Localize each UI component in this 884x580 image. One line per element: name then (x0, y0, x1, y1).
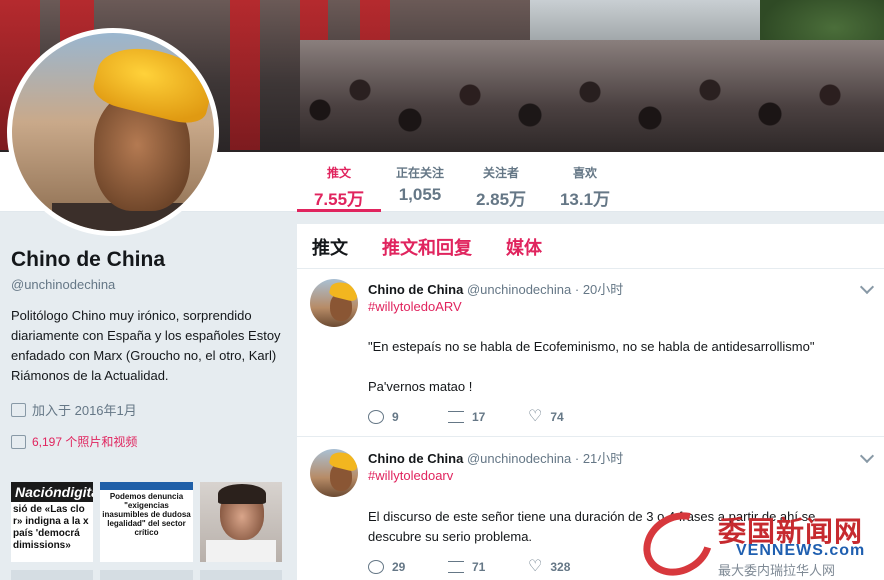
chevron-down-icon[interactable] (859, 448, 875, 464)
retweet-count: 17 (472, 410, 486, 424)
media-link[interactable]: 6,197 个照片和视频 (11, 433, 286, 450)
reply-count: 29 (392, 560, 406, 574)
tweet-author-handle[interactable]: @unchinodechina (467, 282, 571, 297)
joined-label: 加入于 2016年1月 (32, 403, 137, 418)
tweet-timestamp[interactable]: · 21小时 (575, 451, 623, 466)
media-thumbnail[interactable] (200, 482, 282, 562)
stat-tweets[interactable]: 推文 7.55万 (297, 152, 381, 212)
stat-value: 13.1万 (559, 190, 611, 209)
stat-followers[interactable]: 关注者 2.85万 (466, 152, 536, 212)
stat-value: 2.85万 (475, 190, 527, 209)
tweet-hashtag[interactable]: #willytoledoARV (368, 299, 462, 314)
media-link-label[interactable]: 6,197 个照片和视频 (32, 433, 137, 450)
reply-button[interactable]: 29 (368, 560, 448, 574)
tweet-author-name[interactable]: Chino de China (368, 282, 463, 297)
watermark-slogan: 最大委内瑞拉华人网 (718, 563, 836, 578)
like-button[interactable]: ♡ 328 (528, 558, 608, 575)
profile-avatar[interactable] (7, 28, 219, 236)
tweet[interactable]: Chino de China @unchinodechina · 20小时 #w… (297, 270, 884, 437)
tweet-avatar[interactable] (310, 449, 358, 497)
calendar-icon (11, 402, 26, 417)
tab-media[interactable]: 媒体 (506, 234, 542, 260)
watermark-logo: 委国新闻网 VENNEWS.com 最大委内瑞拉华人网 (631, 500, 884, 580)
thumbnail-header: Nacióndigital (11, 482, 93, 502)
media-thumbnail[interactable]: Nacióndigital sió de «Las clo r» indigna… (11, 482, 93, 562)
thumbnail-text: Podemos denuncia "exigencias inasumibles… (102, 492, 191, 537)
timeline-tabs: 推文 推文和回复 媒体 (297, 224, 884, 269)
reply-button[interactable]: 9 (368, 410, 448, 424)
media-thumbnails: Nacióndigital sió de «Las clo r» indigna… (11, 482, 282, 580)
tweet-header: Chino de China @unchinodechina · 21小时 (368, 448, 623, 467)
profile-name[interactable]: Chino de China (11, 248, 286, 272)
reply-icon (368, 410, 384, 424)
tweet-actions: 9 17 ♡ 74 (368, 408, 608, 425)
chevron-down-icon[interactable] (859, 279, 875, 295)
photo-icon (11, 434, 26, 449)
stat-label: 正在关注 (395, 166, 444, 180)
watermark-site: VENNEWS.com (736, 542, 866, 559)
retweet-count: 71 (472, 560, 486, 574)
tweet-author-name[interactable]: Chino de China (368, 451, 463, 466)
stat-label: 推文 (326, 166, 351, 180)
retweet-icon (448, 561, 464, 573)
like-button[interactable]: ♡ 74 (528, 408, 608, 425)
profile-handle[interactable]: @unchinodechina (11, 277, 286, 292)
tab-tweets[interactable]: 推文 (312, 234, 348, 260)
heart-icon: ♡ (528, 408, 543, 425)
thumbnail-text: sió de «Las clo r» indigna a la x país '… (13, 504, 89, 551)
stat-value: 1,055 (398, 185, 442, 204)
retweet-button[interactable]: 17 (448, 410, 528, 424)
stat-likes[interactable]: 喜欢 13.1万 (548, 152, 622, 212)
tweet-header: Chino de China @unchinodechina · 20小时 (368, 279, 623, 298)
tweet-actions: 29 71 ♡ 328 (368, 558, 608, 575)
joined-date: 加入于 2016年1月 (11, 400, 286, 419)
stat-label: 关注者 (482, 166, 519, 180)
tweet-timestamp[interactable]: · 20小时 (575, 282, 623, 297)
heart-icon: ♡ (528, 558, 543, 575)
retweet-button[interactable]: 71 (448, 560, 528, 574)
reply-count: 9 (392, 410, 399, 424)
stat-following[interactable]: 正在关注 1,055 (386, 152, 454, 212)
profile-bio: Politólogo Chino muy irónico, sorprendid… (11, 308, 281, 383)
media-thumbnail[interactable]: Podemos denuncia "exigencias inasumibles… (100, 482, 193, 562)
like-count: 328 (550, 560, 571, 574)
stat-value: 7.55万 (313, 190, 365, 209)
retweet-icon (448, 411, 464, 423)
reply-icon (368, 560, 384, 574)
tweet-avatar[interactable] (310, 279, 358, 327)
tab-tweets-replies[interactable]: 推文和回复 (382, 234, 472, 260)
tweet-text: "En estepaís no se habla de Ecofeminismo… (368, 339, 815, 394)
like-count: 74 (550, 410, 564, 424)
profile-card: Chino de China @unchinodechina Politólog… (11, 248, 286, 450)
tweet-author-handle[interactable]: @unchinodechina (467, 451, 571, 466)
tweet-hashtag[interactable]: #willytoledoarv (368, 468, 453, 483)
stat-label: 喜欢 (572, 166, 597, 180)
